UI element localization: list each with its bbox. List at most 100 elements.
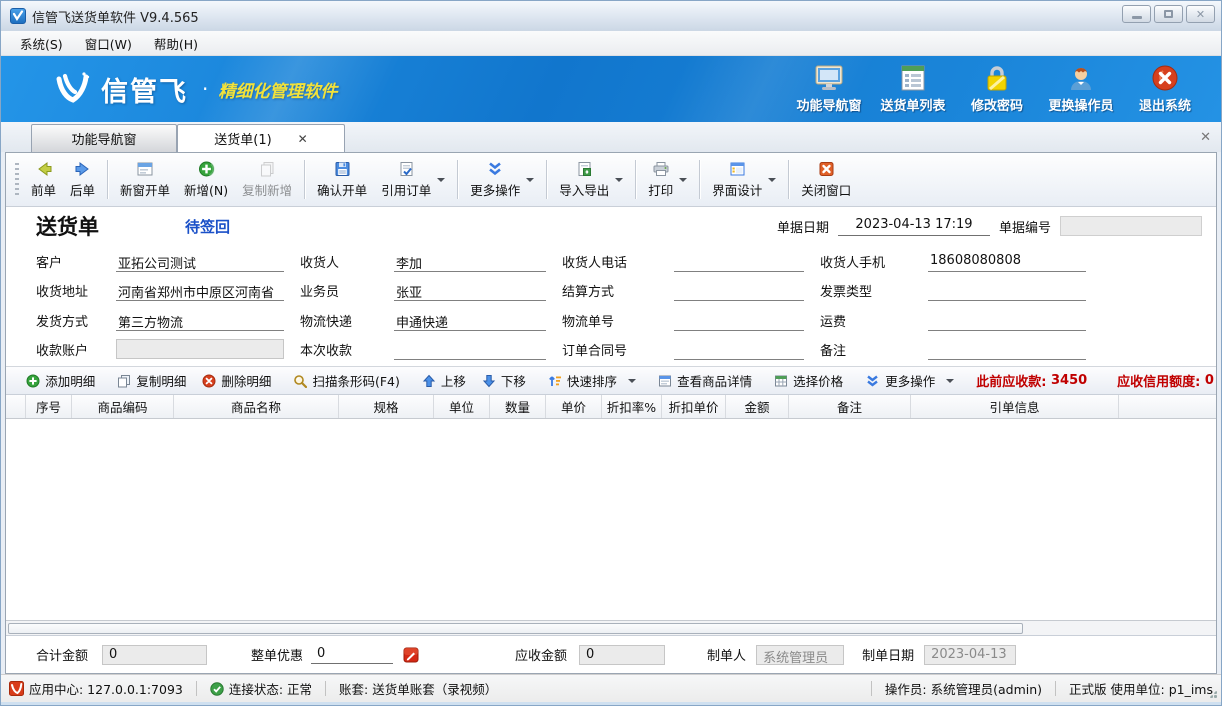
next-order-button[interactable]: 后单 — [63, 155, 102, 204]
copy-add-button[interactable]: 复制新增 — [235, 155, 299, 204]
column-header-price[interactable]: 单价 — [546, 395, 602, 418]
menu-window[interactable]: 窗口(W) — [74, 31, 143, 56]
add-order-button[interactable]: 新增(N) — [177, 155, 235, 204]
freight-field[interactable] — [928, 310, 1086, 331]
column-header-qty[interactable]: 数量 — [490, 395, 546, 418]
more-actions-button[interactable]: 更多操作 — [463, 155, 541, 204]
column-header-product-name[interactable]: 商品名称 — [174, 395, 339, 418]
salesman-field[interactable]: 张亚 — [394, 280, 546, 301]
banner-action-order-list[interactable]: 送货单列表 — [871, 65, 955, 114]
field-label: 收货人电话 — [562, 252, 658, 271]
brand-banner: 信管飞 · 精细化管理软件 功能导航窗 — [1, 56, 1221, 122]
horizontal-scrollbar[interactable] — [6, 620, 1216, 635]
order-date-field[interactable]: 2023-04-13 17:19 — [838, 217, 990, 236]
contract-no-field[interactable] — [674, 339, 804, 360]
select-price-button[interactable]: 选择价格 — [766, 367, 851, 394]
customer-field[interactable]: 亚拓公司测试 — [116, 251, 284, 272]
maximize-button[interactable] — [1154, 5, 1183, 23]
toolbar-separator — [635, 160, 636, 199]
new-window-icon — [136, 161, 154, 177]
field-label: 收货人 — [300, 252, 378, 271]
tab-delivery-order[interactable]: 送货单(1) ✕ — [177, 124, 345, 152]
order-discount-field[interactable]: 0 — [311, 645, 393, 664]
import-export-button[interactable]: 导入导出 — [552, 155, 630, 204]
connection-status: 连接状态: 正常 — [210, 679, 312, 698]
minimize-button[interactable] — [1122, 5, 1151, 23]
quick-sort-button[interactable]: 快速排序 — [540, 367, 644, 394]
courier-field[interactable]: 申通快递 — [394, 310, 546, 331]
sort-icon — [548, 374, 562, 388]
confirm-order-button[interactable]: 确认开单 — [310, 155, 374, 204]
tracking-no-field[interactable] — [674, 310, 804, 331]
settlement-method-field[interactable] — [674, 280, 804, 301]
consignee-field[interactable]: 李加 — [394, 251, 546, 272]
barcode-scan-icon — [293, 374, 307, 388]
maker-field: 系统管理员 — [756, 645, 844, 665]
reference-order-button[interactable]: 引用订单 — [374, 155, 452, 204]
delete-icon — [202, 374, 216, 388]
close-window-button[interactable]: 关闭窗口 — [794, 155, 858, 204]
brand-name: 信管飞 — [101, 70, 188, 109]
menu-help[interactable]: 帮助(H) — [143, 31, 209, 56]
scan-barcode-button[interactable]: 扫描条形码(F4) — [285, 367, 407, 394]
tabstrip-close-icon[interactable]: ✕ — [1200, 130, 1211, 145]
arrow-right-icon — [74, 161, 92, 177]
banner-action-change-password[interactable]: 修改密码 — [955, 65, 1039, 114]
view-product-detail-button[interactable]: 查看商品详情 — [650, 367, 760, 394]
invoice-type-field[interactable] — [928, 280, 1086, 301]
detail-more-actions-button[interactable]: 更多操作 — [857, 367, 962, 394]
column-header-unit[interactable]: 单位 — [434, 395, 490, 418]
detail-toolbar: 添加明细 复制明细 删除明细 扫描条形码(F4) 上移 — [6, 366, 1216, 395]
tab-nav-window[interactable]: 功能导航窗 — [31, 124, 177, 152]
move-up-button[interactable]: 上移 — [414, 367, 474, 394]
receivable-amount-label: 应收金额 — [515, 645, 567, 664]
dropdown-arrow-icon — [526, 178, 534, 182]
consignee-phone-field[interactable] — [674, 251, 804, 272]
save-icon — [334, 161, 351, 177]
banner-action-exit[interactable]: 退出系统 — [1123, 65, 1207, 114]
status-separator — [325, 681, 326, 696]
field-label: 运费 — [820, 311, 912, 330]
new-window-order-button[interactable]: 新窗开单 — [113, 155, 177, 204]
discount-edit-icon[interactable] — [403, 647, 419, 663]
menu-system[interactable]: 系统(S) — [9, 31, 74, 56]
print-button[interactable]: 打印 — [641, 155, 694, 204]
tab-close-icon[interactable]: ✕ — [298, 132, 308, 146]
column-header-amount[interactable]: 金额 — [726, 395, 789, 418]
banner-action-label: 送货单列表 — [880, 95, 945, 114]
brand-tagline: 精细化管理软件 — [218, 77, 337, 102]
column-header-seq[interactable]: 序号 — [26, 395, 72, 418]
minimize-icon — [1132, 16, 1142, 19]
copy-icon — [259, 161, 276, 177]
column-header-product-code[interactable]: 商品编码 — [72, 395, 174, 418]
field-label: 业务员 — [300, 281, 378, 300]
ui-design-button[interactable]: 界面设计 — [705, 155, 783, 204]
column-header-ref-info[interactable]: 引单信息 — [911, 395, 1119, 418]
payment-field[interactable] — [394, 339, 546, 360]
ship-method-field[interactable]: 第三方物流 — [116, 310, 284, 331]
banner-actions: 功能导航窗 送货单列表 — [787, 65, 1207, 114]
banner-action-switch-operator[interactable]: 更换操作员 — [1039, 65, 1123, 114]
delete-detail-button[interactable]: 删除明细 — [194, 367, 279, 394]
copy-detail-button[interactable]: 复制明细 — [109, 367, 194, 394]
consignee-mobile-field[interactable]: 18608080808 — [928, 251, 1086, 272]
prev-order-button[interactable]: 前单 — [24, 155, 63, 204]
maker-label: 制单人 — [707, 645, 746, 664]
banner-action-nav[interactable]: 功能导航窗 — [787, 65, 871, 114]
add-detail-button[interactable]: 添加明细 — [18, 367, 103, 394]
remark-field[interactable] — [928, 339, 1086, 360]
toolbar-separator — [546, 160, 547, 199]
close-button[interactable]: ✕ — [1186, 5, 1215, 23]
add-icon — [198, 161, 215, 177]
delivery-address-field[interactable]: 河南省郑州市中原区河南省 — [116, 280, 284, 301]
move-down-button[interactable]: 下移 — [474, 367, 534, 394]
column-header-remark[interactable]: 备注 — [789, 395, 911, 418]
dropdown-arrow-icon — [946, 379, 954, 383]
column-header-discount-rate[interactable]: 折扣率% — [602, 395, 662, 418]
column-header-discount-price[interactable]: 折扣单价 — [662, 395, 726, 418]
scrollbar-thumb[interactable] — [8, 623, 1023, 634]
toolbar-separator — [699, 160, 700, 199]
tab-strip: 功能导航窗 送货单(1) ✕ ✕ — [1, 122, 1221, 152]
column-header-spec[interactable]: 规格 — [339, 395, 434, 418]
order-no-field[interactable] — [1060, 216, 1202, 236]
